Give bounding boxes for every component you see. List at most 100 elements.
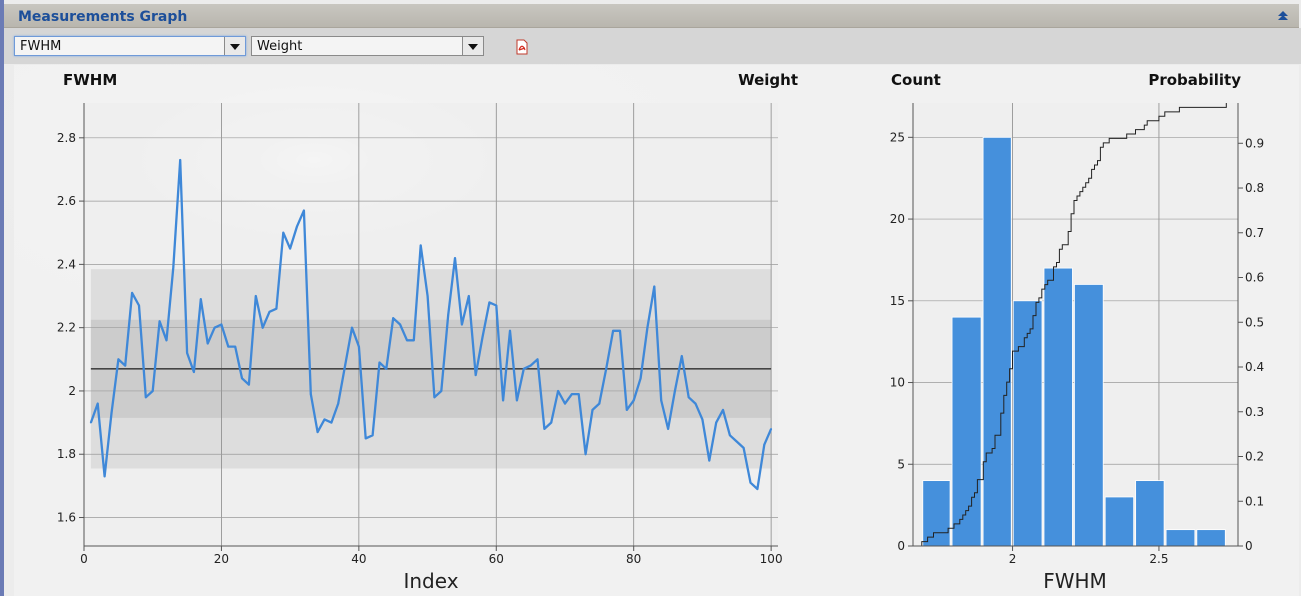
line-data-point xyxy=(584,453,587,456)
hist-y-tick-label: 15 xyxy=(890,294,905,308)
line-data-point xyxy=(708,459,711,462)
line-data-point xyxy=(715,421,718,424)
line-data-point xyxy=(371,434,374,437)
line-data-point xyxy=(254,295,257,297)
line-data-point xyxy=(529,364,532,367)
line-data-point xyxy=(646,326,649,329)
line-x-tick-label: 100 xyxy=(760,552,783,566)
line-data-point xyxy=(193,371,195,373)
line-data-point xyxy=(399,323,401,326)
line-data-point xyxy=(275,307,278,310)
hist-y2-tick-label: 0.1 xyxy=(1245,494,1264,508)
line-y-tick-label: 2.4 xyxy=(57,257,76,271)
line-data-point xyxy=(131,291,133,294)
line-data-point xyxy=(577,393,580,396)
line-x-tick-label: 80 xyxy=(626,552,641,566)
line-data-point xyxy=(412,339,415,342)
line-y-tick-label: 2 xyxy=(68,384,76,398)
line-y-tick-label: 1.8 xyxy=(57,447,76,461)
line-data-point xyxy=(522,367,525,370)
line-data-point xyxy=(447,314,450,316)
line-data-point xyxy=(96,402,99,405)
line-data-point xyxy=(117,358,120,361)
hist-chart-left-title: Count xyxy=(891,71,941,89)
line-data-point xyxy=(660,399,663,402)
line-data-point xyxy=(756,488,759,490)
histogram-bar xyxy=(982,136,1012,547)
line-data-point xyxy=(722,409,724,411)
hist-y2-tick-label: 0.9 xyxy=(1245,136,1264,150)
fwhm-index-line-chart: FWHM Weight 0 20 40 60 80 100 1.6 1.8 2 2.2 2.4 2.6… xyxy=(57,71,798,593)
line-data-point xyxy=(357,345,360,348)
line-data-point xyxy=(454,257,456,259)
line-data-point xyxy=(138,304,140,307)
line-data-point xyxy=(323,418,326,421)
line-data-point xyxy=(543,428,546,430)
line-data-point xyxy=(515,399,518,402)
line-data-point xyxy=(729,434,731,437)
hist-chart-xlabel: FWHM xyxy=(1043,569,1107,593)
hist-y2-tick-label: 0.7 xyxy=(1245,226,1264,240)
line-x-tick-label: 0 xyxy=(80,552,88,566)
line-data-point xyxy=(220,323,223,326)
hist-y2-tick-label: 0.8 xyxy=(1245,181,1264,195)
hist-y2-tick-label: 0.3 xyxy=(1245,405,1264,419)
line-data-point xyxy=(680,355,683,358)
line-data-point xyxy=(124,364,127,367)
line-data-point xyxy=(296,225,298,228)
line-data-point xyxy=(241,377,243,380)
line-data-point xyxy=(570,393,573,396)
hist-y2-tick-label: 0.6 xyxy=(1245,271,1264,285)
line-data-point xyxy=(289,247,292,250)
line-data-point xyxy=(378,361,381,364)
line-data-point xyxy=(385,367,388,370)
histogram-bar xyxy=(922,480,951,547)
line-data-point xyxy=(199,298,202,301)
line-data-point xyxy=(316,431,319,433)
line-y-tick-label: 2.2 xyxy=(57,321,76,335)
line-data-point xyxy=(344,364,347,367)
line-data-point xyxy=(261,326,264,329)
line-y-tick-label: 2.8 xyxy=(57,131,76,145)
line-data-point xyxy=(103,475,106,478)
line-data-point xyxy=(302,209,305,212)
line-data-point xyxy=(330,421,333,424)
line-data-point xyxy=(694,402,697,405)
line-data-point xyxy=(234,345,237,348)
line-data-point xyxy=(770,428,773,430)
line-data-point xyxy=(419,244,422,247)
line-data-point xyxy=(268,310,271,313)
line-x-tick-label: 20 xyxy=(214,552,229,566)
line-data-point xyxy=(632,399,635,402)
hist-x-tick-label: 2.5 xyxy=(1149,552,1168,566)
line-data-point xyxy=(481,336,484,339)
histogram-bar xyxy=(1074,284,1104,547)
hist-chart-right-title: Probability xyxy=(1148,71,1241,89)
line-data-point xyxy=(144,396,147,399)
hist-y-tick-label: 20 xyxy=(890,212,905,226)
line-data-point xyxy=(639,377,642,380)
line-data-point xyxy=(564,402,566,405)
line-data-point xyxy=(213,326,216,329)
charts-canvas: FWHM Weight 0 20 40 60 80 1001.61.822.22.42.6… xyxy=(57,71,1264,593)
histogram-bar xyxy=(1165,529,1196,547)
line-data-point xyxy=(337,402,340,405)
line-data-point xyxy=(598,402,601,405)
line-data-point xyxy=(653,285,656,288)
histogram-bar xyxy=(1196,529,1226,547)
line-data-point xyxy=(364,437,367,440)
line-data-point xyxy=(151,390,154,392)
line-data-point xyxy=(495,304,498,307)
line-data-point xyxy=(625,409,628,411)
line-data-point xyxy=(467,295,470,297)
line-chart-left-title: FWHM xyxy=(63,71,117,89)
hist-y-tick-label: 25 xyxy=(890,130,905,144)
line-data-point xyxy=(687,396,690,399)
line-data-point xyxy=(509,329,511,332)
line-data-point xyxy=(488,301,491,304)
line-data-point xyxy=(110,412,113,414)
line-data-point xyxy=(461,323,463,326)
line-data-point xyxy=(309,393,312,396)
histogram-bar xyxy=(1135,480,1165,547)
line-data-point xyxy=(550,421,553,424)
